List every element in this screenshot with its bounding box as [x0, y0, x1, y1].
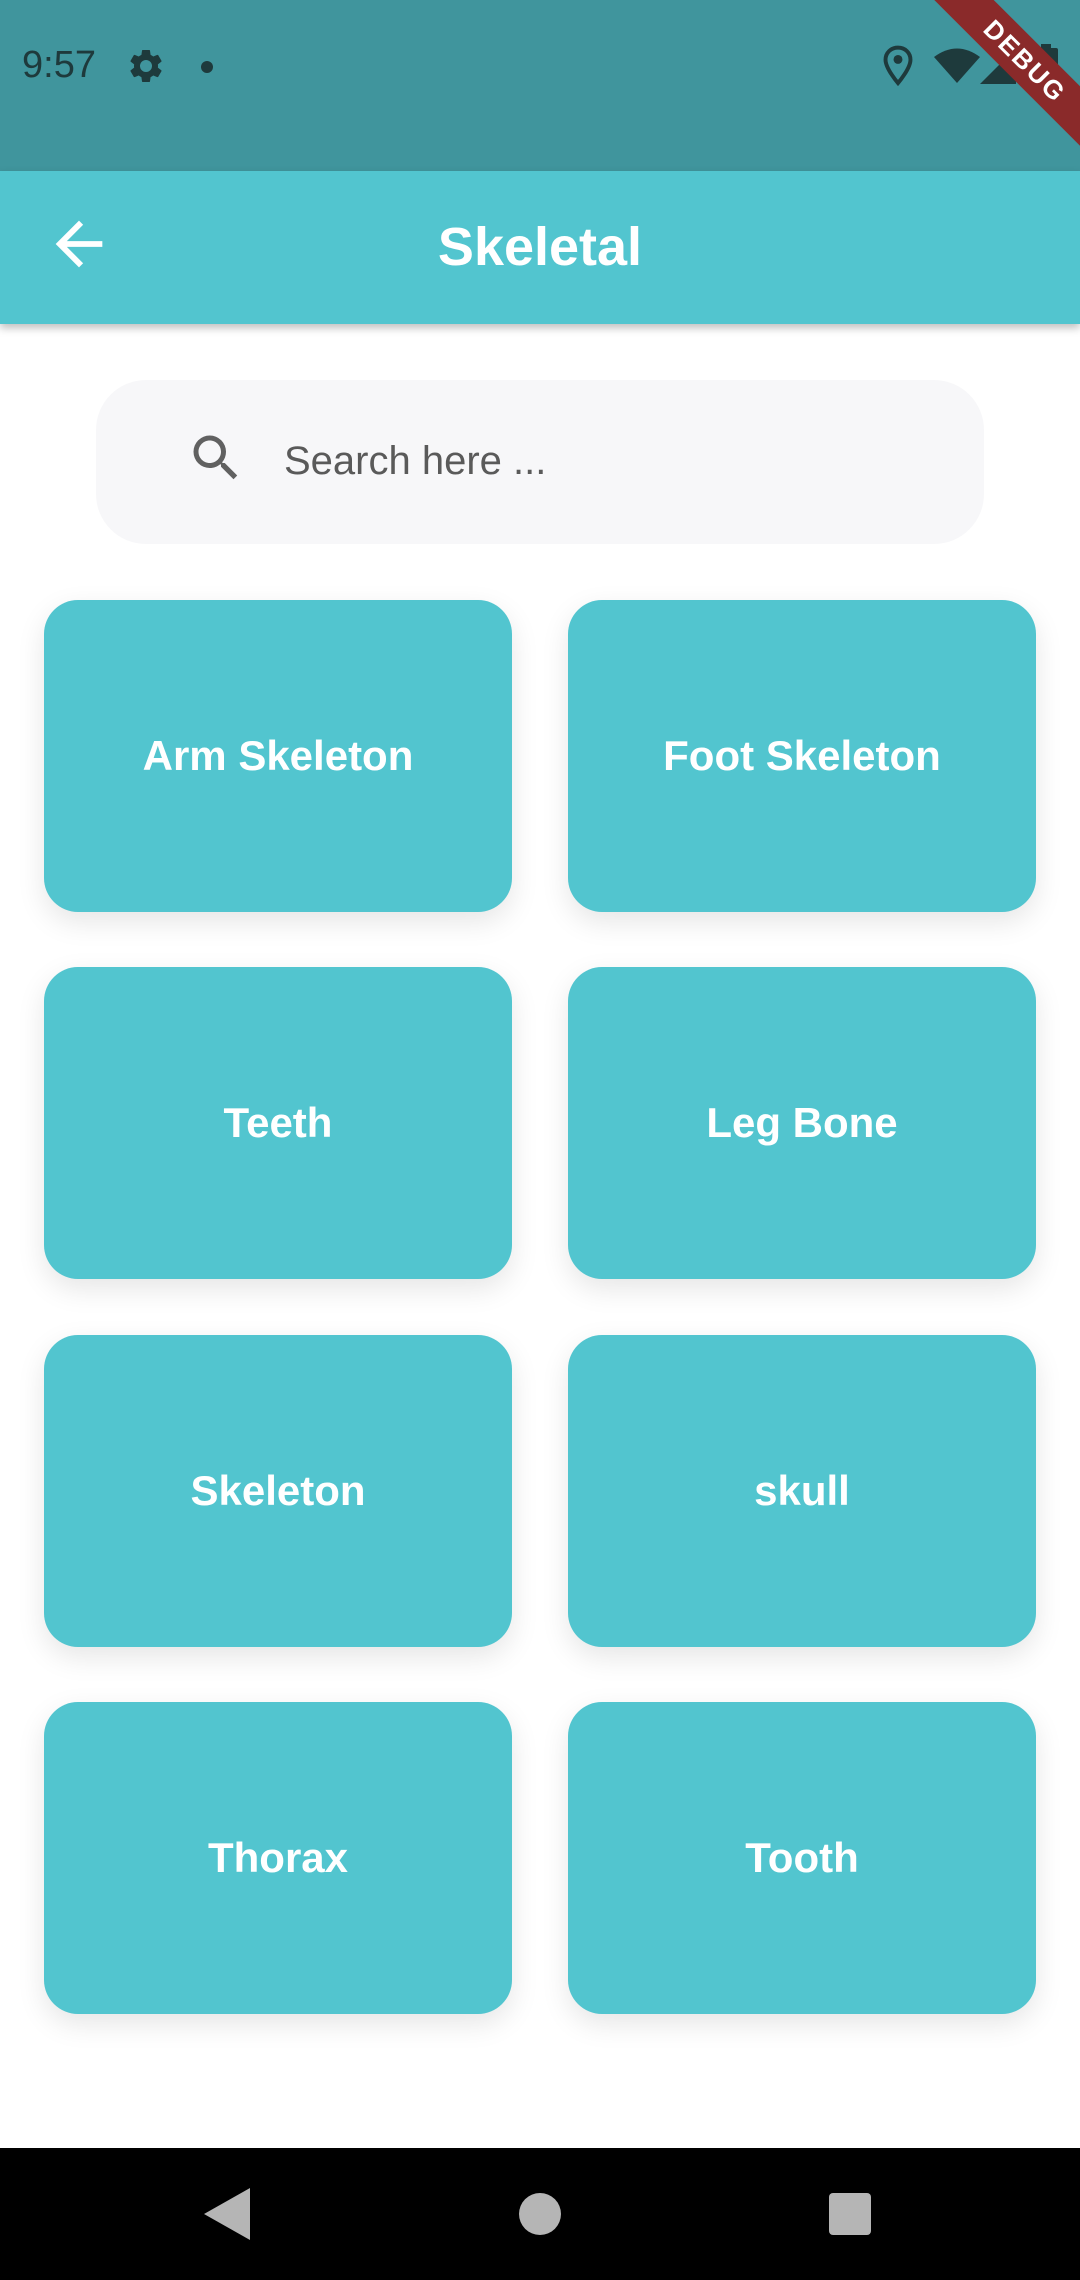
search-icon	[193, 435, 238, 480]
category-card-foot-skeleton[interactable]: Foot Skeleton	[568, 600, 1036, 912]
notification-dot-icon	[201, 61, 213, 73]
arrow-left-icon[interactable]	[44, 209, 114, 279]
category-card-skull[interactable]: skull	[568, 1335, 1036, 1647]
category-card-arm-skeleton[interactable]: Arm Skeleton	[44, 600, 512, 912]
gear-icon	[130, 49, 162, 82]
status-bar: 9:57 DEBUG	[0, 0, 1080, 171]
system-nav-bar	[0, 2148, 1080, 2280]
search-bar[interactable]	[96, 380, 984, 544]
category-card-teeth[interactable]: Teeth	[44, 967, 512, 1279]
category-card-skeleton[interactable]: Skeleton	[44, 1335, 512, 1647]
nav-recents-icon[interactable]	[829, 2193, 871, 2235]
category-card-leg-bone[interactable]: Leg Bone	[568, 967, 1036, 1279]
category-card-tooth[interactable]: Tooth	[568, 1702, 1036, 2014]
category-card-thorax[interactable]: Thorax	[44, 1702, 512, 2014]
nav-back-icon[interactable]	[204, 2188, 250, 2240]
page-title: Skeletal	[437, 217, 643, 277]
search-input[interactable]	[282, 420, 926, 502]
nav-home-icon[interactable]	[519, 2193, 561, 2235]
wifi-icon	[934, 48, 980, 83]
status-time: 9:57	[22, 44, 96, 86]
location-icon	[883, 45, 913, 87]
app-bar: Skeletal	[0, 171, 1080, 324]
